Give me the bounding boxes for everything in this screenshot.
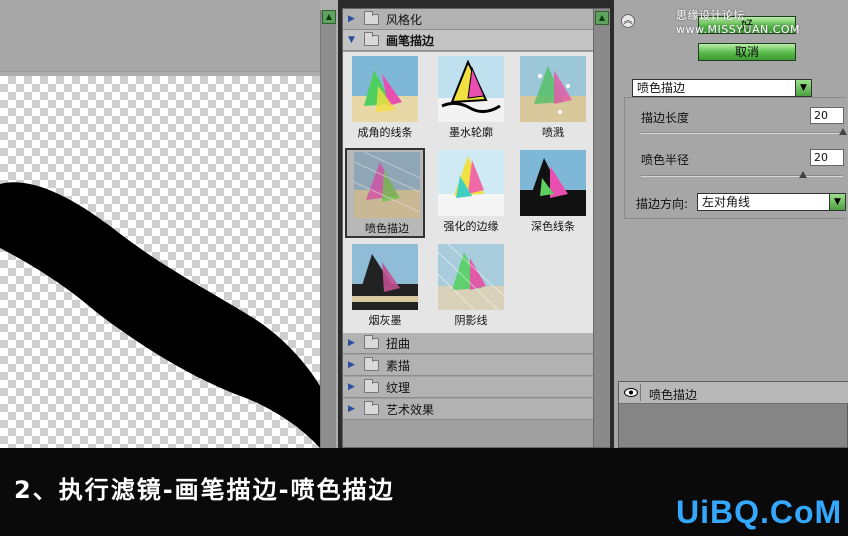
category-brush-strokes[interactable]: ▼ 画笔描边	[343, 30, 593, 51]
slider-thumb[interactable]	[839, 128, 847, 135]
site-watermark: 思缘设计论坛 www.MISSYUAN.COM	[676, 9, 801, 36]
filter-preview-image	[354, 152, 420, 218]
stroke-length-label: 描边长度	[641, 111, 690, 125]
filter-thumb-spatter[interactable]: 喷溅	[513, 54, 593, 144]
stroke-direction-label: 描边方向:	[636, 197, 689, 211]
effect-layer-name: 喷色描边	[649, 388, 698, 402]
scroll-up-button[interactable]: ▲	[595, 11, 609, 25]
expanded-arrow-icon: ▼	[348, 35, 355, 45]
brush-stroke-preview	[0, 182, 320, 448]
filter-preview-image	[438, 244, 504, 310]
chevron-down-icon[interactable]: ▼	[795, 80, 811, 96]
filter-select-value: 喷色描边	[637, 81, 686, 95]
folder-icon	[364, 356, 379, 371]
filter-thumb-accented-edges[interactable]: 强化的边缘	[431, 148, 511, 238]
effect-layers-panel: 喷色描边	[618, 381, 848, 448]
spray-radius-slider[interactable]	[641, 171, 843, 178]
effect-layer-row[interactable]: 喷色描边	[619, 382, 848, 404]
category-sketch[interactable]: ▶ 素描	[343, 355, 593, 376]
category-distort[interactable]: ▶ 扭曲	[343, 333, 593, 354]
preview-canvas[interactable]	[0, 76, 320, 448]
folder-icon	[364, 10, 379, 25]
filter-thumb-sprayed-strokes[interactable]: 喷色描边	[345, 148, 425, 238]
collapsed-arrow-icon: ▶	[348, 14, 355, 24]
folder-icon	[364, 31, 379, 46]
settings-panel: ︽ 好 取消 喷色描边 ▼ 描边长度 20 喷色半径 20 描边方向: 左对角线…	[614, 0, 848, 448]
filter-browser: ▶ 风格化 ▼ 画笔描边 成角的线条 墨水轮廓 喷溅 喷色描边 强化的边缘 深色…	[342, 8, 610, 448]
filter-thumb-dark-strokes[interactable]: 深色线条	[513, 148, 593, 238]
slider-thumb[interactable]	[798, 171, 807, 178]
filter-preview-image	[438, 56, 504, 122]
browser-scrollbar[interactable]: ▲	[593, 9, 610, 447]
filter-preview-image	[520, 150, 586, 216]
spray-radius-input[interactable]: 20	[810, 149, 844, 166]
category-stylize[interactable]: ▶ 风格化	[343, 9, 593, 30]
stroke-direction-value: 左对角线	[702, 195, 751, 209]
stroke-length-input[interactable]: 20	[810, 107, 844, 124]
preview-toolbar	[0, 0, 320, 72]
collapse-chevron-icon[interactable]: ︽	[621, 14, 635, 28]
filter-thumb-crosshatch[interactable]: 阴影线	[431, 242, 511, 332]
preview-scrollbar[interactable]: ▲	[320, 10, 336, 448]
filter-thumb-sumi-e[interactable]: 烟灰墨	[345, 242, 425, 332]
chevron-down-icon[interactable]: ▼	[829, 194, 845, 210]
folder-icon	[364, 400, 379, 415]
collapsed-arrow-icon: ▶	[348, 360, 355, 370]
collapsed-arrow-icon: ▶	[348, 338, 355, 348]
filter-thumb-angled-strokes[interactable]: 成角的线条	[345, 54, 425, 144]
spray-radius-label: 喷色半径	[641, 153, 690, 167]
filter-select[interactable]: 喷色描边 ▼	[632, 79, 812, 97]
preview-panel: ▲	[0, 0, 338, 448]
caption-bar: 2、执行滤镜-画笔描边-喷色描边 UiBQ.CoM	[0, 448, 848, 536]
scroll-up-button[interactable]: ▲	[322, 10, 336, 24]
filter-preview-image	[352, 244, 418, 310]
category-texture[interactable]: ▶ 纹理	[343, 377, 593, 398]
brand-logo: UiBQ.CoM	[676, 494, 843, 530]
filter-thumb-ink-outlines[interactable]: 墨水轮廓	[431, 54, 511, 144]
stroke-direction-select[interactable]: 左对角线 ▼	[697, 193, 846, 211]
folder-icon	[364, 334, 379, 349]
category-artistic[interactable]: ▶ 艺术效果	[343, 399, 593, 420]
eye-icon[interactable]	[621, 384, 641, 401]
collapsed-arrow-icon: ▶	[348, 382, 355, 392]
collapsed-arrow-icon: ▶	[348, 404, 355, 414]
step-caption: 2、执行滤镜-画笔描边-喷色描边	[14, 476, 395, 504]
filter-preview-image	[520, 56, 586, 122]
stroke-length-slider[interactable]	[641, 128, 847, 135]
filter-preview-image	[438, 150, 504, 216]
filter-preview-image	[352, 56, 418, 122]
thumbnail-grid: 成角的线条 墨水轮廓 喷溅 喷色描边 强化的边缘 深色线条 烟灰墨 阴影线	[343, 52, 593, 335]
folder-icon	[364, 378, 379, 393]
cancel-button[interactable]: 取消	[698, 43, 796, 61]
